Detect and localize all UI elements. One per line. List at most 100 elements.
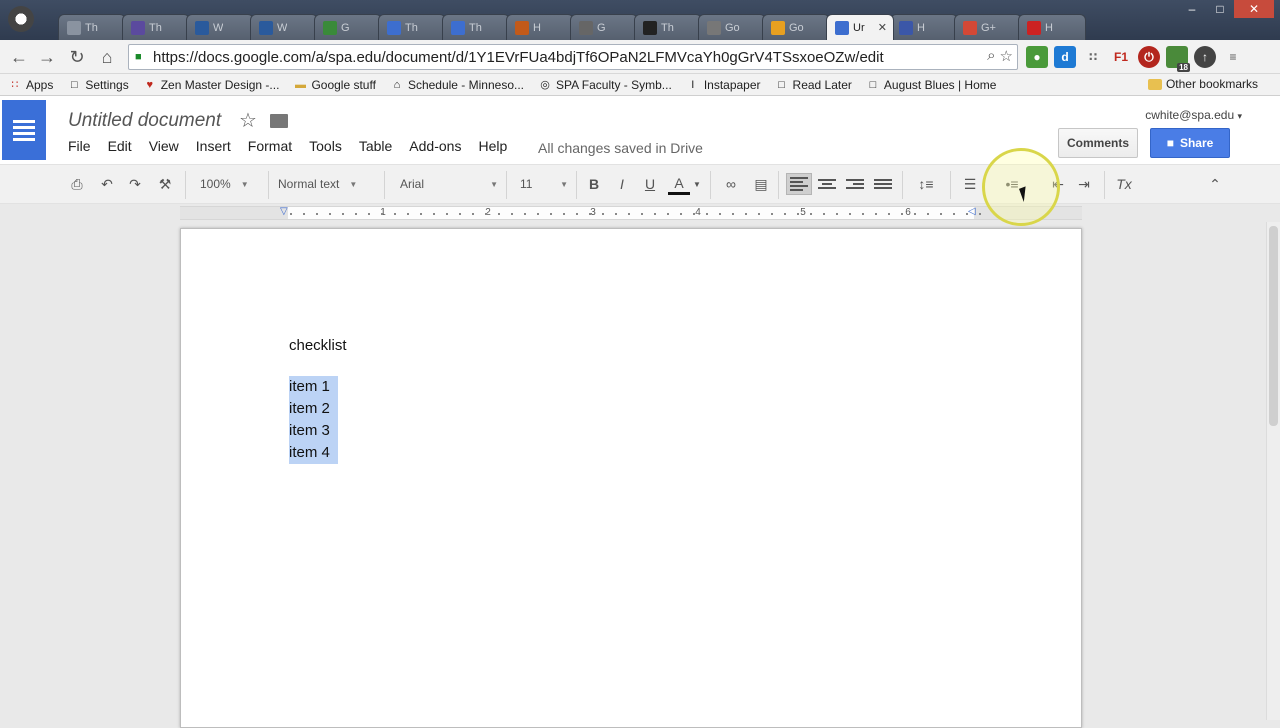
link-icon[interactable]: ∞ [720,173,742,195]
browser-tab[interactable]: W [186,14,254,40]
paint-format-icon[interactable]: ⚒ [154,173,176,195]
align-center-icon[interactable] [816,173,838,195]
redo-icon[interactable]: ↷ [124,173,146,195]
power-extension-icon[interactable]: ⏻ [1138,46,1160,68]
browser-tab[interactable]: H [890,14,958,40]
underline-button[interactable]: U [640,173,660,195]
menu-format[interactable]: Format [248,138,292,154]
document-heading[interactable]: checklist [289,337,347,354]
collapse-toolbar-icon[interactable]: ⌃ [1204,173,1226,195]
menu-table[interactable]: Table [359,138,392,154]
font-select[interactable]: Arial ▼ [400,173,498,195]
home-icon[interactable]: ⌂ [96,46,118,68]
checklist[interactable]: item 1 item 2 item 3 item 4 [289,376,347,464]
list-item[interactable]: item 4 [289,442,347,464]
menu-view[interactable]: View [149,138,179,154]
browser-tab[interactable]: Th [442,14,510,40]
other-bookmarks[interactable]: Other bookmarks [1147,77,1258,91]
vertical-scrollbar[interactable] [1266,222,1280,720]
scrollbar-thumb[interactable] [1269,226,1278,426]
upload-extension-icon[interactable]: ↑ [1194,46,1216,68]
right-indent-marker-icon[interactable]: ◁ [968,206,976,217]
align-justify-icon[interactable] [872,173,894,195]
user-account[interactable]: cwhite@spa.edu ▾ [1145,108,1242,122]
browser-tab[interactable]: H [1018,14,1086,40]
increase-indent-icon[interactable]: ⇥ [1072,173,1096,195]
bookmark-item[interactable]: ♥ Zen Master Design -... [143,78,279,92]
comment-icon[interactable]: ▤ [750,173,772,195]
bookmark-star-icon[interactable]: ☆ [1000,47,1013,65]
browser-tab[interactable]: Th [634,14,702,40]
line-spacing-icon[interactable]: ↕≡ [910,173,942,195]
bookmark-item[interactable]: ◎ SPA Faculty - Symb... [538,78,672,92]
align-right-icon[interactable] [844,173,866,195]
close-window-icon[interactable]: ✕ [1234,0,1274,18]
more-dots-icon[interactable]: ∷ [1082,46,1104,68]
save-status[interactable]: All changes saved in Drive [538,140,703,156]
folder-icon[interactable] [270,114,288,128]
print-icon[interactable]: ⎙ [66,173,88,195]
list-item[interactable]: item 1 [289,376,347,398]
zoom-select[interactable]: 100% ▼ [200,173,262,195]
f1-extension-icon[interactable]: F1 [1110,46,1132,68]
browser-tab[interactable]: G [570,14,638,40]
browser-tab[interactable]: Go [698,14,766,40]
bookmark-item[interactable]: □ August Blues | Home [866,78,997,92]
bookmark-label: Settings [85,77,129,92]
refresh-extension-icon[interactable]: ● [1026,46,1048,68]
browser-tab[interactable]: G [314,14,382,40]
grid-extension-icon[interactable]: 18 [1166,46,1190,72]
browser-tab[interactable]: Ur ✕ [826,14,894,40]
browser-tab[interactable]: Th [122,14,190,40]
browser-tab[interactable]: G+ [954,14,1022,40]
menu-tools[interactable]: Tools [309,138,342,154]
bookmark-item[interactable]: ▬ Google stuff [293,78,376,92]
text-color-button[interactable]: A [668,173,690,195]
ruler-strip[interactable]: ▽ ◁ 123456 [180,206,1082,220]
address-bar[interactable]: ■ https://docs.google.com/a/spa.edu/docu… [128,44,1018,70]
browser-tab[interactable]: H [506,14,574,40]
docs-logo-icon[interactable] [2,100,46,160]
indent-marker-icon[interactable]: ▽ [280,206,288,217]
align-left-icon[interactable] [786,173,812,195]
document-body[interactable]: checklist item 1 item 2 item 3 item 4 [289,337,347,464]
star-icon[interactable]: ☆ [239,108,257,133]
italic-button[interactable]: I [612,173,632,195]
bookmark-item[interactable]: I Instapaper [686,78,760,92]
browser-tab[interactable]: Go [762,14,830,40]
style-select[interactable]: Normal text ▼ [278,173,378,195]
reload-icon[interactable]: ↻ [66,46,88,68]
bookmark-item[interactable]: ⌂ Schedule - Minneso... [390,78,524,92]
font-size-select[interactable]: 11 ▼ [520,173,568,195]
menu-edit[interactable]: Edit [108,138,132,154]
comments-button[interactable]: Comments [1058,128,1138,158]
forward-icon[interactable]: → [36,46,58,68]
bookmark-item[interactable]: □ Read Later [775,78,852,92]
menu-help[interactable]: Help [478,138,507,154]
menu-addons[interactable]: Add-ons [409,138,461,154]
document-page[interactable]: checklist item 1 item 2 item 3 item 4 [180,228,1082,728]
browser-tab[interactable]: Th [58,14,126,40]
clear-formatting-icon[interactable]: Tx [1112,173,1136,195]
bookmark-item[interactable]: □ Settings [67,77,129,92]
search-icon[interactable]: ⌕ [987,47,995,65]
minimize-icon[interactable]: – [1178,0,1206,18]
share-button[interactable]: ■ Share [1150,128,1230,158]
document-title[interactable]: Untitled document [68,110,221,132]
menu-file[interactable]: File [68,138,91,154]
maximize-icon[interactable]: □ [1206,0,1234,18]
bookmark-item[interactable]: ∷ Apps [8,78,54,92]
close-tab-icon[interactable]: ✕ [878,21,887,34]
chevron-down-icon[interactable]: ▼ [692,173,702,195]
numbered-list-icon[interactable]: ☰ [958,173,982,195]
browser-tab[interactable]: W [250,14,318,40]
menu-hamburger-icon[interactable]: ≡ [1222,46,1244,68]
browser-tab[interactable]: Th [378,14,446,40]
bold-button[interactable]: B [584,173,604,195]
d-extension-icon[interactable]: d [1054,46,1076,68]
list-item[interactable]: item 3 [289,420,347,442]
menu-insert[interactable]: Insert [196,138,231,154]
list-item[interactable]: item 2 [289,398,347,420]
back-icon[interactable]: ← [8,46,30,68]
undo-icon[interactable]: ↶ [96,173,118,195]
